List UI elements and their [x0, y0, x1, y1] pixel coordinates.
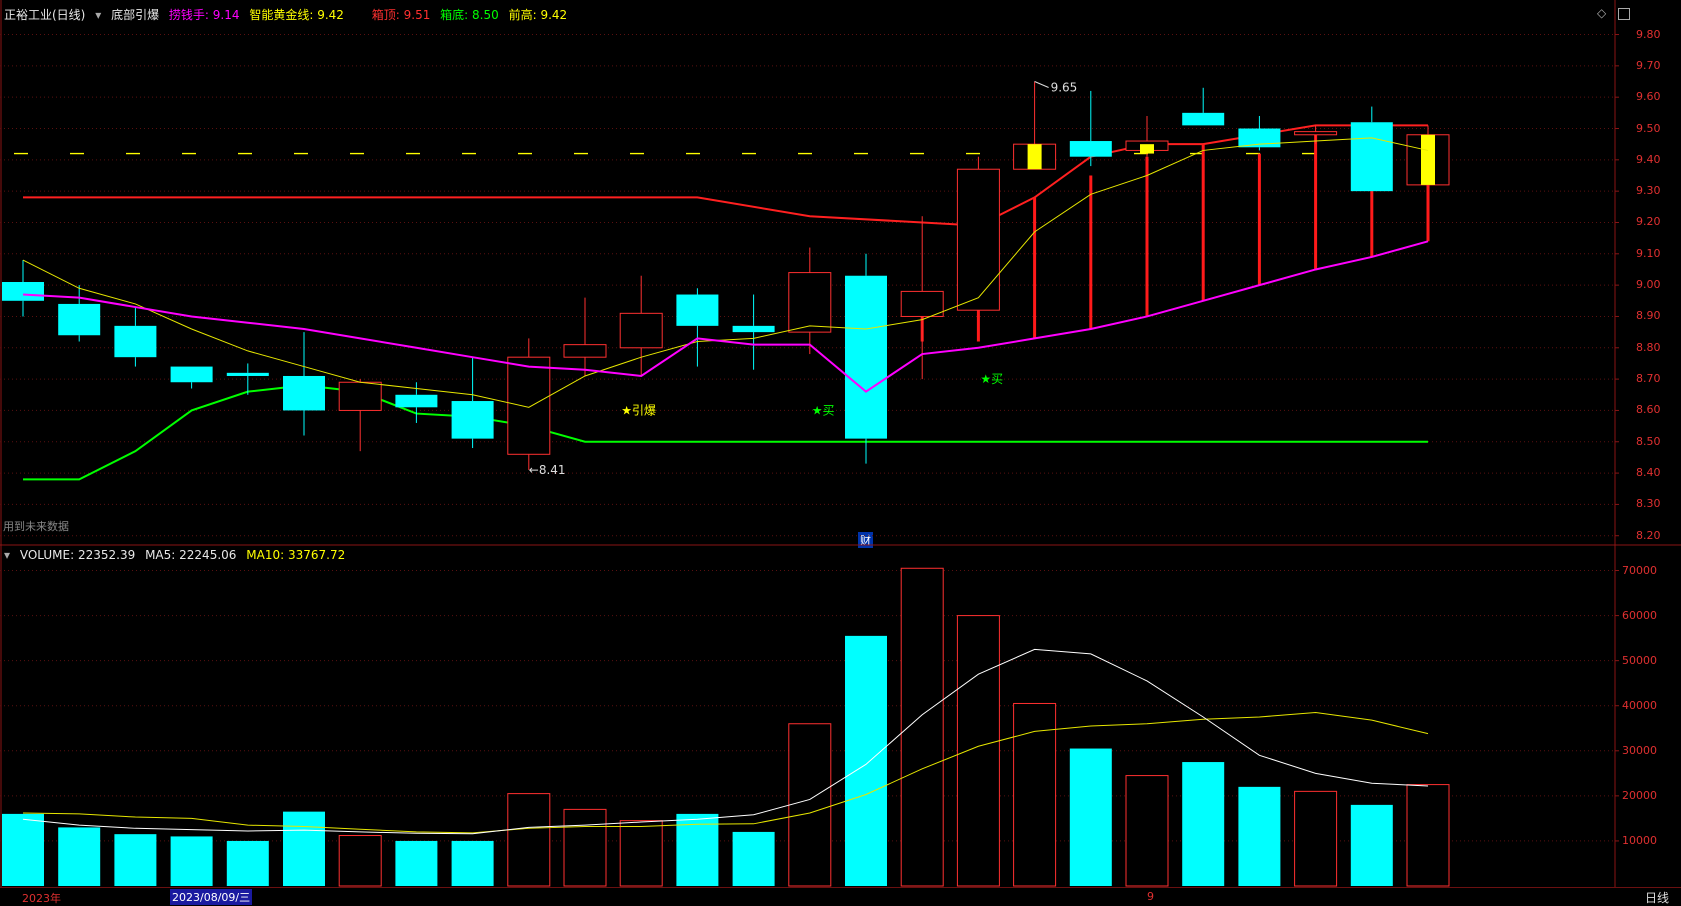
volume-bar-down: [451, 840, 494, 886]
volume-bar-down: [1238, 786, 1281, 886]
volume-bar-down: [2, 813, 44, 886]
box-bottom-line: [23, 384, 1428, 481]
volume-bar-up: [563, 808, 607, 887]
candle-body-down: [395, 394, 438, 408]
laoqian-line: [22, 240, 1429, 393]
volume-bar-down: [1182, 762, 1225, 886]
box-top-line: [23, 124, 1428, 227]
volume-bar-down: [226, 840, 269, 886]
candle-body-down: [170, 366, 213, 383]
candle-body-down: [2, 282, 44, 301]
candlestick-chart[interactable]: 9.65 ←8.41 ★引爆 ★买 ★买: [0, 0, 1681, 904]
yellow-signal-body: [1421, 134, 1435, 185]
volume-bar-down: [1350, 804, 1393, 886]
volume-bar-up: [1125, 775, 1169, 887]
stock-chart-app: 正裕工业(日线) ▾ 底部引爆 捞钱手: 9.14 智能黄金线: 9.42 箱顶…: [0, 0, 1681, 905]
candle-body-up: [563, 344, 607, 358]
candle-body-down: [283, 375, 325, 411]
volume-bar-up: [619, 820, 663, 887]
candle-body-up: [619, 312, 663, 349]
candle-body-up: [900, 290, 944, 317]
candle-body-down: [451, 401, 494, 439]
volume-bar-down: [395, 840, 438, 886]
ma-yellow-line: [22, 137, 1429, 408]
candle-body-up: [507, 356, 551, 455]
volume-bar-down: [58, 827, 101, 886]
candle-body-up: [788, 272, 832, 333]
candle-body-down: [676, 294, 719, 326]
low-price-label: ←8.41: [529, 463, 566, 477]
volume-bar-down: [283, 811, 325, 886]
yellow-signal-body: [1027, 144, 1042, 170]
candle-body-down: [1069, 141, 1112, 157]
volume-bar-up: [338, 835, 382, 887]
volume-bar-down: [732, 831, 775, 886]
candle-body-up: [338, 381, 382, 411]
candle-body-down: [1182, 112, 1225, 126]
candle-body-up: [956, 168, 1000, 311]
volume-bar-up: [788, 723, 832, 887]
high-pointer: [1034, 81, 1049, 88]
candle-body-up: [1294, 131, 1338, 136]
signal-yinbao: ★引爆: [621, 403, 656, 417]
candle-body-down: [732, 325, 775, 333]
volume-bar-up: [507, 793, 551, 887]
candle-body-down: [1350, 122, 1393, 192]
volume-bar-up: [1294, 790, 1338, 887]
volume-bar-down: [845, 635, 887, 886]
yellow-signal-body: [1140, 144, 1154, 154]
volume-bar-down: [1069, 748, 1112, 886]
volume-bar-up: [956, 615, 1000, 887]
candle-body-down: [58, 303, 101, 336]
signal-buy-2: ★买: [980, 372, 1003, 386]
volume-bar-up: [1013, 702, 1057, 887]
candle-body-down: [114, 325, 157, 358]
candle-body-down: [226, 372, 269, 376]
high-price-label: 9.65: [1051, 81, 1078, 95]
signal-buy-1: ★买: [812, 403, 835, 417]
candle-body-down: [845, 275, 887, 439]
volume-bar-down: [114, 834, 157, 886]
volume-bar-down: [170, 836, 213, 886]
volume-bar-up: [1406, 784, 1450, 887]
